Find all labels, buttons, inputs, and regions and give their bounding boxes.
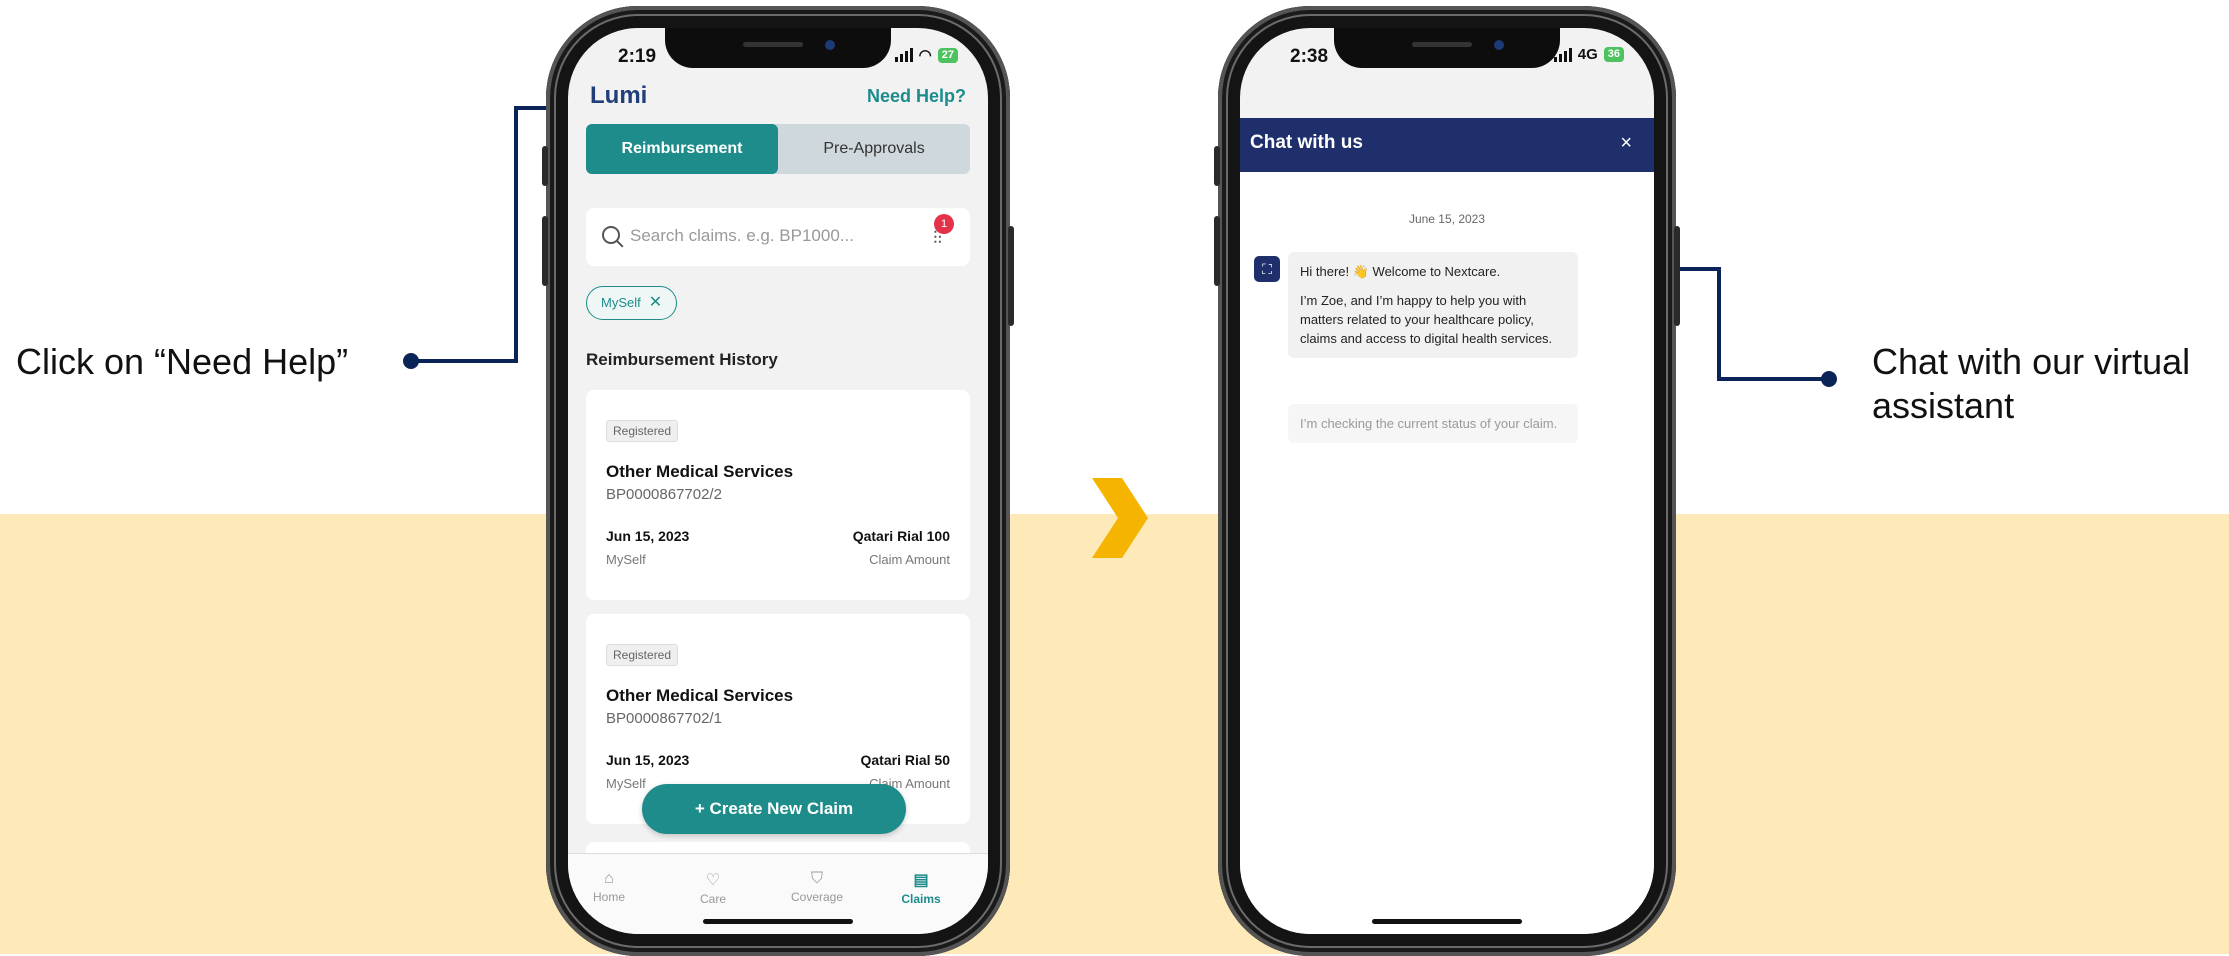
- screen: 2:19 ◠ 27 Lumi Need Help? Reimbursement …: [568, 28, 988, 934]
- home-indicator: [1372, 919, 1522, 924]
- status-badge: Registered: [606, 644, 679, 666]
- nav-label: Claims: [901, 892, 941, 906]
- nav-label: Care: [699, 892, 726, 906]
- side-button: [1008, 226, 1014, 326]
- message-status: I’m checking the current status of your …: [1300, 416, 1558, 431]
- callout-line-h4: [1717, 377, 1829, 381]
- message-greeting: Hi there! 👋 Welcome to Nextcare.: [1300, 264, 1501, 279]
- nav-claims[interactable]: ▤ Claims: [886, 870, 956, 906]
- chat-message-typing: I’m checking the current status of your …: [1288, 404, 1578, 443]
- wifi-icon: ◠: [918, 47, 932, 64]
- status-badge: Registered: [606, 420, 679, 442]
- message-intro: I’m Zoe, and I’m happy to help you with …: [1300, 293, 1553, 346]
- search-icon: [602, 226, 620, 244]
- claim-amount-label: Claim Amount: [869, 552, 950, 567]
- shield-icon: ⛉: [810, 870, 823, 887]
- callout-line-v1: [514, 106, 518, 363]
- side-button: [1214, 146, 1220, 186]
- callout-line-2: assistant: [1872, 385, 2015, 426]
- nav-home[interactable]: ⌂ Home: [574, 870, 644, 904]
- network-label: 4G: [1577, 46, 1598, 63]
- claim-card[interactable]: Registered Other Medical Services BP0000…: [586, 390, 970, 600]
- background-band: [0, 514, 2229, 954]
- tab-pre-approvals[interactable]: Pre-Approvals: [778, 124, 970, 174]
- chevron-right-icon: [1092, 478, 1148, 558]
- callout-need-help: Click on “Need Help”: [16, 341, 349, 382]
- claim-amount: Qatari Rial 100: [852, 528, 950, 544]
- claim-date: Jun 15, 2023: [606, 528, 690, 544]
- chat-title: Chat with us: [1250, 132, 1363, 153]
- chat-body: June 15, 2023 ⛶ Hi there! 👋 Welcome to N…: [1240, 172, 1654, 934]
- callout-dot-right: [1821, 371, 1837, 387]
- filter-chip[interactable]: MySelf ✕: [586, 286, 678, 320]
- chat-header: Chat with us ×: [1240, 118, 1654, 172]
- search-placeholder: Search claims. e.g. BP1000...: [630, 226, 854, 245]
- side-button: [1674, 226, 1680, 326]
- nav-coverage[interactable]: ⛉ Coverage: [782, 870, 852, 904]
- close-icon[interactable]: ✕: [649, 294, 662, 311]
- nav-label: Home: [592, 890, 625, 904]
- status-time: 2:38: [1290, 46, 1329, 67]
- side-button: [542, 216, 548, 286]
- chat-message-bot: Hi there! 👋 Welcome to Nextcare. I’m Zoe…: [1288, 252, 1578, 358]
- tab-reimbursement[interactable]: Reimbursement: [586, 124, 778, 174]
- claim-amount: Qatari Rial 50: [860, 752, 951, 768]
- battery-icon: 27: [937, 47, 958, 63]
- phone-right: 2:38 4G 36 Chat with us × June 15, 2023 …: [1214, 6, 1680, 956]
- claim-ref: BP0000867702/1: [606, 710, 722, 727]
- claim-title: Other Medical Services: [606, 462, 794, 481]
- claim-ref: BP0000867702/2: [606, 486, 722, 503]
- home-icon: ⌂: [604, 870, 614, 887]
- claim-date: Jun 15, 2023: [606, 752, 690, 768]
- document-icon: ▤: [913, 872, 929, 889]
- nav-care[interactable]: ♡ Care: [678, 870, 748, 906]
- side-button: [542, 146, 548, 186]
- claim-member: MySelf: [606, 776, 646, 791]
- screen: 2:38 4G 36 Chat with us × June 15, 2023 …: [1240, 28, 1654, 934]
- nav-label: Coverage: [790, 890, 844, 904]
- phone-left: 2:19 ◠ 27 Lumi Need Help? Reimbursement …: [542, 6, 1014, 956]
- status-bar: 2:38 4G 36: [1240, 46, 1654, 76]
- signal-icon: [894, 48, 913, 62]
- callout-virtual-assistant: Chat with our virtual assistant: [1872, 340, 2190, 428]
- close-icon[interactable]: ×: [1620, 132, 1632, 155]
- need-help-link[interactable]: Need Help?: [867, 86, 966, 107]
- bottom-nav: ⌂ Home ♡ Care ⛉ Coverage ▤ Claims: [568, 853, 988, 934]
- side-button: [1214, 216, 1220, 286]
- section-title: Reimbursement History: [586, 350, 778, 369]
- create-new-claim-button[interactable]: + Create New Claim: [642, 784, 906, 834]
- app-logo: Lumi: [590, 82, 648, 109]
- callout-line-h1: [411, 359, 518, 363]
- callout-line-v2: [1717, 267, 1721, 381]
- heart-icon: ♡: [705, 872, 721, 889]
- claim-title: Other Medical Services: [606, 686, 794, 705]
- status-time: 2:19: [618, 46, 657, 67]
- claims-segmented-control: Reimbursement Pre-Approvals: [586, 124, 970, 174]
- claim-member: MySelf: [606, 552, 646, 567]
- filter-count-badge: 1: [934, 214, 954, 234]
- bot-avatar-icon: ⛶: [1254, 256, 1280, 282]
- signal-icon: [1553, 47, 1572, 62]
- status-bar: 2:19 ◠ 27: [568, 46, 988, 76]
- home-indicator: [703, 919, 853, 924]
- callout-line-1: Chat with our virtual: [1872, 341, 2191, 382]
- battery-icon: 36: [1603, 47, 1624, 62]
- search-input[interactable]: Search claims. e.g. BP1000... ⫶⫶ 1: [586, 208, 970, 266]
- filter-chip-label: MySelf: [601, 295, 641, 310]
- chat-date: June 15, 2023: [1408, 212, 1486, 226]
